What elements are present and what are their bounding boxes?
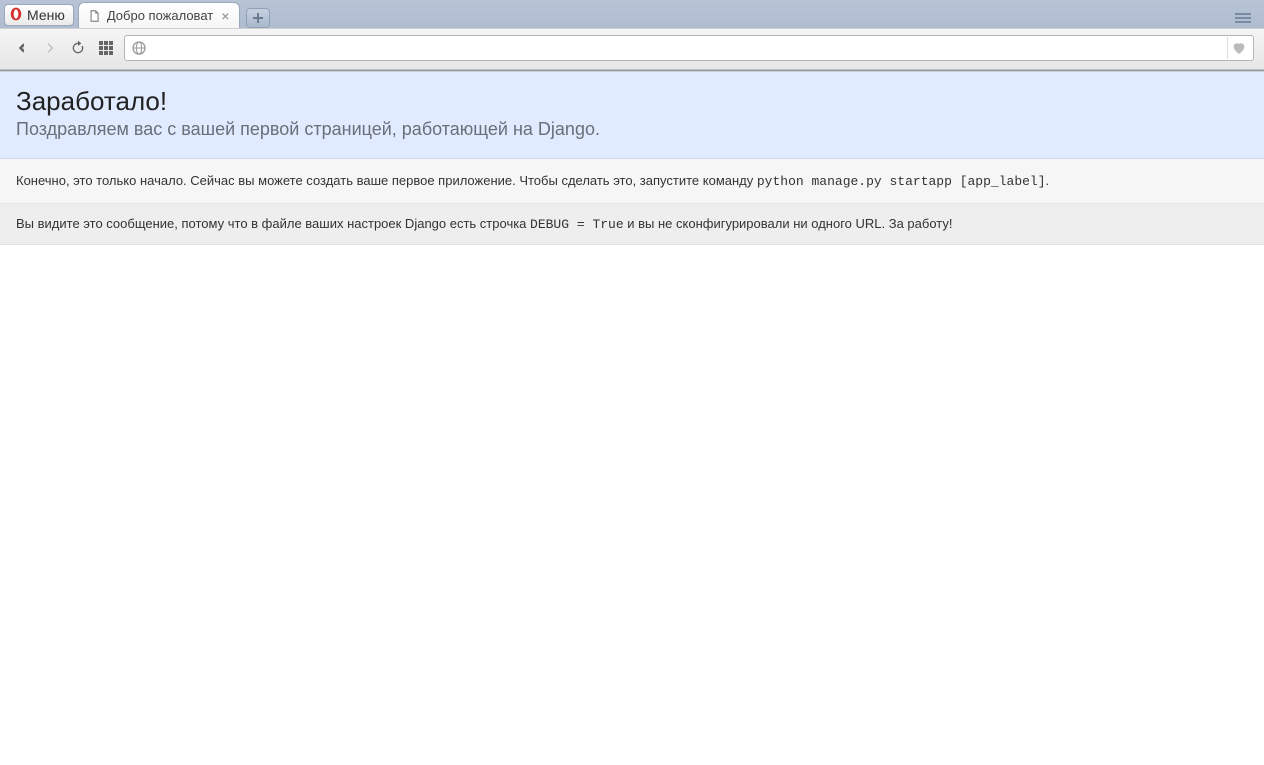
new-tab-button[interactable] — [246, 8, 270, 28]
explanation-text-post: и вы не сконфигурировали ни одного URL. … — [624, 216, 953, 231]
explanation-text-pre: Вы видите это сообщение, потому что в фа… — [16, 216, 530, 231]
instructions-command-code: python manage.py startapp [app_label] — [757, 174, 1046, 189]
forward-button[interactable] — [40, 38, 60, 58]
back-button[interactable] — [12, 38, 32, 58]
page-viewport: Заработало! Поздравляем вас с вашей перв… — [0, 71, 1264, 765]
page-icon — [87, 9, 101, 23]
browser-tab-active[interactable]: Добро пожаловат × — [78, 2, 241, 28]
speed-dial-button[interactable] — [96, 38, 116, 58]
instructions-text-post: . — [1046, 173, 1050, 188]
reload-button[interactable] — [68, 38, 88, 58]
tab-title: Добро пожаловат — [107, 8, 213, 23]
nav-toolbar — [0, 28, 1264, 70]
instructions-text-pre: Конечно, это только начало. Сейчас вы мо… — [16, 173, 757, 188]
close-tab-icon[interactable]: × — [219, 9, 231, 23]
address-bar[interactable] — [124, 35, 1254, 61]
bookmark-heart-button[interactable] — [1227, 37, 1249, 59]
menu-button[interactable]: Меню — [4, 4, 74, 26]
menu-label: Меню — [27, 7, 65, 23]
page-title: Заработало! — [16, 86, 1248, 117]
url-input[interactable] — [147, 41, 1227, 56]
instructions-block: Конечно, это только начало. Сейчас вы мо… — [0, 159, 1264, 204]
explanation-debug-code: DEBUG = True — [530, 217, 624, 232]
opera-icon — [9, 7, 23, 24]
site-info-icon[interactable] — [131, 40, 147, 56]
tab-bar: Меню Добро пожаловат × — [0, 0, 1264, 28]
panel-toggle-button[interactable] — [1232, 10, 1254, 28]
browser-chrome: Меню Добро пожаловат × — [0, 0, 1264, 71]
summary-banner: Заработало! Поздравляем вас с вашей перв… — [0, 72, 1264, 159]
page-subtitle: Поздравляем вас с вашей первой страницей… — [16, 119, 1248, 140]
explanation-block: Вы видите это сообщение, потому что в фа… — [0, 204, 1264, 245]
